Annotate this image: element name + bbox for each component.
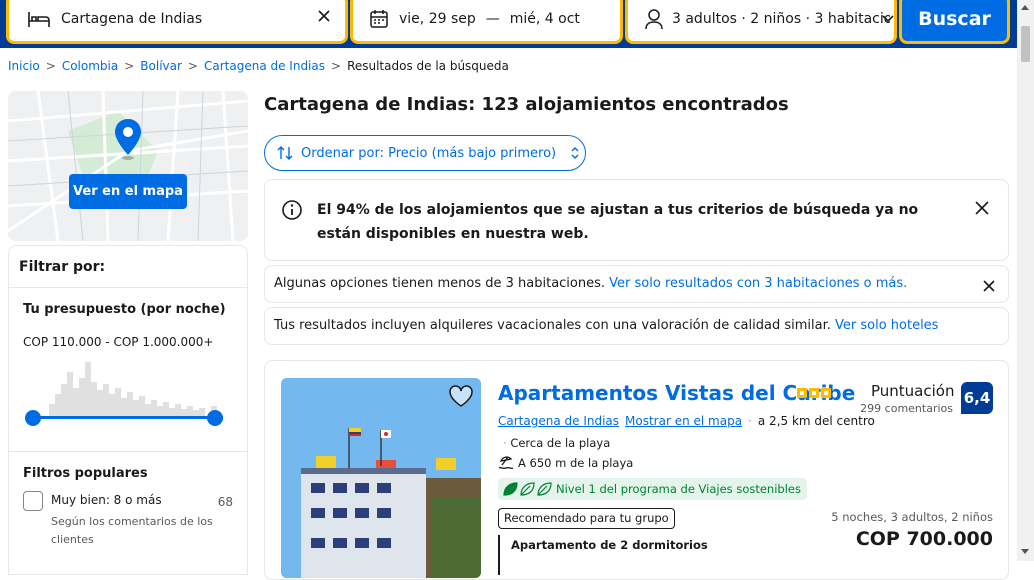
breadcrumb: Inicio > Colombia > Bolívar > Cartagena … bbox=[8, 59, 509, 73]
chevron-right-icon: > bbox=[124, 59, 135, 73]
chevron-down-icon bbox=[882, 15, 894, 23]
review-count[interactable]: 299 comentarios bbox=[854, 402, 953, 415]
destination-field[interactable]: Cartagena de Indias bbox=[6, 0, 348, 44]
separator-dot: · bbox=[748, 414, 752, 428]
filter-very-good[interactable]: Muy bien: 8 o más 68 bbox=[23, 491, 233, 511]
scroll-up-arrow-icon[interactable] bbox=[1021, 5, 1029, 10]
filter-checkbox[interactable] bbox=[23, 491, 43, 511]
sort-arrows-icon bbox=[277, 146, 293, 160]
map-streets bbox=[8, 91, 248, 241]
budget-max-handle[interactable] bbox=[207, 410, 223, 426]
breadcrumb-bolivar[interactable]: Bolívar bbox=[140, 59, 182, 73]
stay-summary: 5 noches, 3 adultos, 2 niños bbox=[831, 510, 993, 524]
occupancy-field[interactable]: 3 adultos · 2 niños · 3 habitaciones bbox=[625, 0, 897, 44]
popular-filters: Filtros populares Muy bien: 8 o más 68 S… bbox=[9, 452, 247, 549]
person-icon bbox=[645, 9, 663, 30]
room-type: Apartamento de 2 dormitorios bbox=[511, 538, 708, 552]
scroll-thumb[interactable] bbox=[1021, 26, 1030, 62]
close-icon[interactable] bbox=[975, 201, 989, 215]
filter-sublabel: Según los comentarios de los clientes bbox=[51, 515, 213, 546]
price-total: COP 700.000 bbox=[855, 528, 993, 550]
chevron-right-icon: > bbox=[331, 59, 342, 73]
show-on-map-link[interactable]: Mostrar en el mapa bbox=[625, 414, 742, 428]
star-rating bbox=[797, 388, 831, 398]
budget-range: COP 110.000 - COP 1.000.000+ bbox=[23, 335, 214, 349]
property-card: Apartamentos Vistas del Caribe Cartagena… bbox=[264, 360, 1009, 580]
scroll-down-arrow-icon[interactable] bbox=[1021, 549, 1029, 554]
map-preview[interactable]: Ver en el mapa bbox=[8, 91, 248, 241]
sustainability-badge[interactable]: Nivel 1 del programa de Viajes sostenibl… bbox=[498, 478, 807, 500]
near-beach-text: · Cerca de la playa bbox=[503, 436, 610, 450]
destination-value: Cartagena de Indias bbox=[61, 11, 203, 27]
budget-slider-track bbox=[33, 416, 223, 419]
score-label: Puntuación bbox=[871, 382, 955, 400]
room-divider bbox=[498, 535, 500, 575]
chevron-right-icon: > bbox=[187, 59, 198, 73]
leaf-icon bbox=[503, 482, 552, 496]
distance-text: a 2,5 km del centro bbox=[757, 414, 875, 428]
rentals-info-banner: Tus resultados incluyen alquileres vacac… bbox=[264, 307, 1009, 345]
star-icon bbox=[797, 388, 807, 398]
date-dash: — bbox=[485, 11, 500, 27]
info-icon bbox=[282, 200, 302, 220]
checkout-value: mié, 4 oct bbox=[509, 11, 580, 27]
calendar-icon bbox=[370, 10, 388, 28]
sustainability-label: Nivel 1 del programa de Viajes sostenibl… bbox=[556, 482, 801, 496]
near-beach-label: Cerca de la playa bbox=[510, 436, 611, 450]
rooms-info-link[interactable]: Ver solo resultados con 3 habitaciones o… bbox=[609, 276, 907, 291]
close-icon[interactable] bbox=[983, 280, 995, 292]
show-map-button[interactable]: Ver en el mapa bbox=[69, 174, 187, 209]
chevron-right-icon: > bbox=[45, 59, 56, 73]
beach-distance-label: A 650 m de la playa bbox=[518, 456, 634, 470]
property-location: Cartagena de Indias Mostrar en el mapa ·… bbox=[498, 414, 875, 428]
page-title: Cartagena de Indias: 123 alojamientos en… bbox=[264, 94, 789, 115]
page-scrollbar[interactable] bbox=[1017, 0, 1034, 561]
price-histogram bbox=[49, 362, 217, 416]
notice-text: El 94% de los alojamientos que se ajusta… bbox=[317, 202, 919, 242]
breadcrumb-current: Resultados de la búsqueda bbox=[347, 59, 509, 73]
popular-filters-title: Filtros populares bbox=[23, 466, 148, 481]
chevron-updown-icon bbox=[571, 147, 579, 159]
date-field[interactable]: vie, 29 sep — mié, 4 oct bbox=[350, 0, 623, 44]
star-icon bbox=[821, 388, 831, 398]
city-link[interactable]: Cartagena de Indias bbox=[498, 414, 619, 428]
map-pin-icon bbox=[115, 119, 141, 160]
review-score-badge[interactable]: 6,4 bbox=[961, 382, 993, 414]
sort-label: Ordenar por: Precio (más bajo primero) bbox=[301, 145, 557, 161]
rooms-info-text: Algunas opciones tienen menos de 3 habit… bbox=[274, 276, 606, 291]
bed-icon bbox=[28, 12, 50, 27]
property-photo[interactable] bbox=[281, 378, 481, 578]
breadcrumb-cartagena[interactable]: Cartagena de Indias bbox=[204, 59, 325, 73]
filters-panel: Filtrar por: Tu presupuesto (por noche) … bbox=[8, 245, 248, 575]
hotels-only-link[interactable]: Ver solo hoteles bbox=[835, 318, 938, 333]
building-photo bbox=[281, 378, 481, 578]
rooms-info-banner: Algunas opciones tienen menos de 3 habit… bbox=[264, 265, 1009, 303]
rentals-info-text: Tus resultados incluyen alquileres vacac… bbox=[274, 318, 831, 333]
recommended-badge: Recomendado para tu grupo bbox=[498, 508, 675, 529]
filters-heading: Filtrar por: bbox=[9, 246, 247, 288]
budget-title: Tu presupuesto (por noche) bbox=[23, 302, 226, 317]
search-button[interactable]: Buscar bbox=[899, 0, 1010, 44]
beach-distance: A 650 m de la playa bbox=[498, 456, 633, 470]
availability-notice: El 94% de los alojamientos que se ajusta… bbox=[264, 179, 1009, 261]
budget-filter: Tu presupuesto (por noche) COP 110.000 -… bbox=[9, 288, 247, 452]
beach-icon bbox=[498, 456, 514, 470]
budget-min-handle[interactable] bbox=[25, 410, 41, 426]
breadcrumb-inicio[interactable]: Inicio bbox=[8, 59, 40, 73]
star-icon bbox=[809, 388, 819, 398]
occupancy-value: 3 adultos · 2 niños · 3 habitaciones bbox=[672, 11, 890, 27]
heart-icon[interactable] bbox=[448, 384, 474, 408]
filter-count: 68 bbox=[217, 495, 233, 509]
checkin-value: vie, 29 sep bbox=[399, 11, 476, 27]
sort-button[interactable]: Ordenar por: Precio (más bajo primero) bbox=[264, 135, 586, 171]
filter-label: Muy bien: 8 o más bbox=[51, 493, 162, 507]
breadcrumb-colombia[interactable]: Colombia bbox=[62, 59, 118, 73]
clear-destination-icon[interactable] bbox=[317, 9, 331, 23]
